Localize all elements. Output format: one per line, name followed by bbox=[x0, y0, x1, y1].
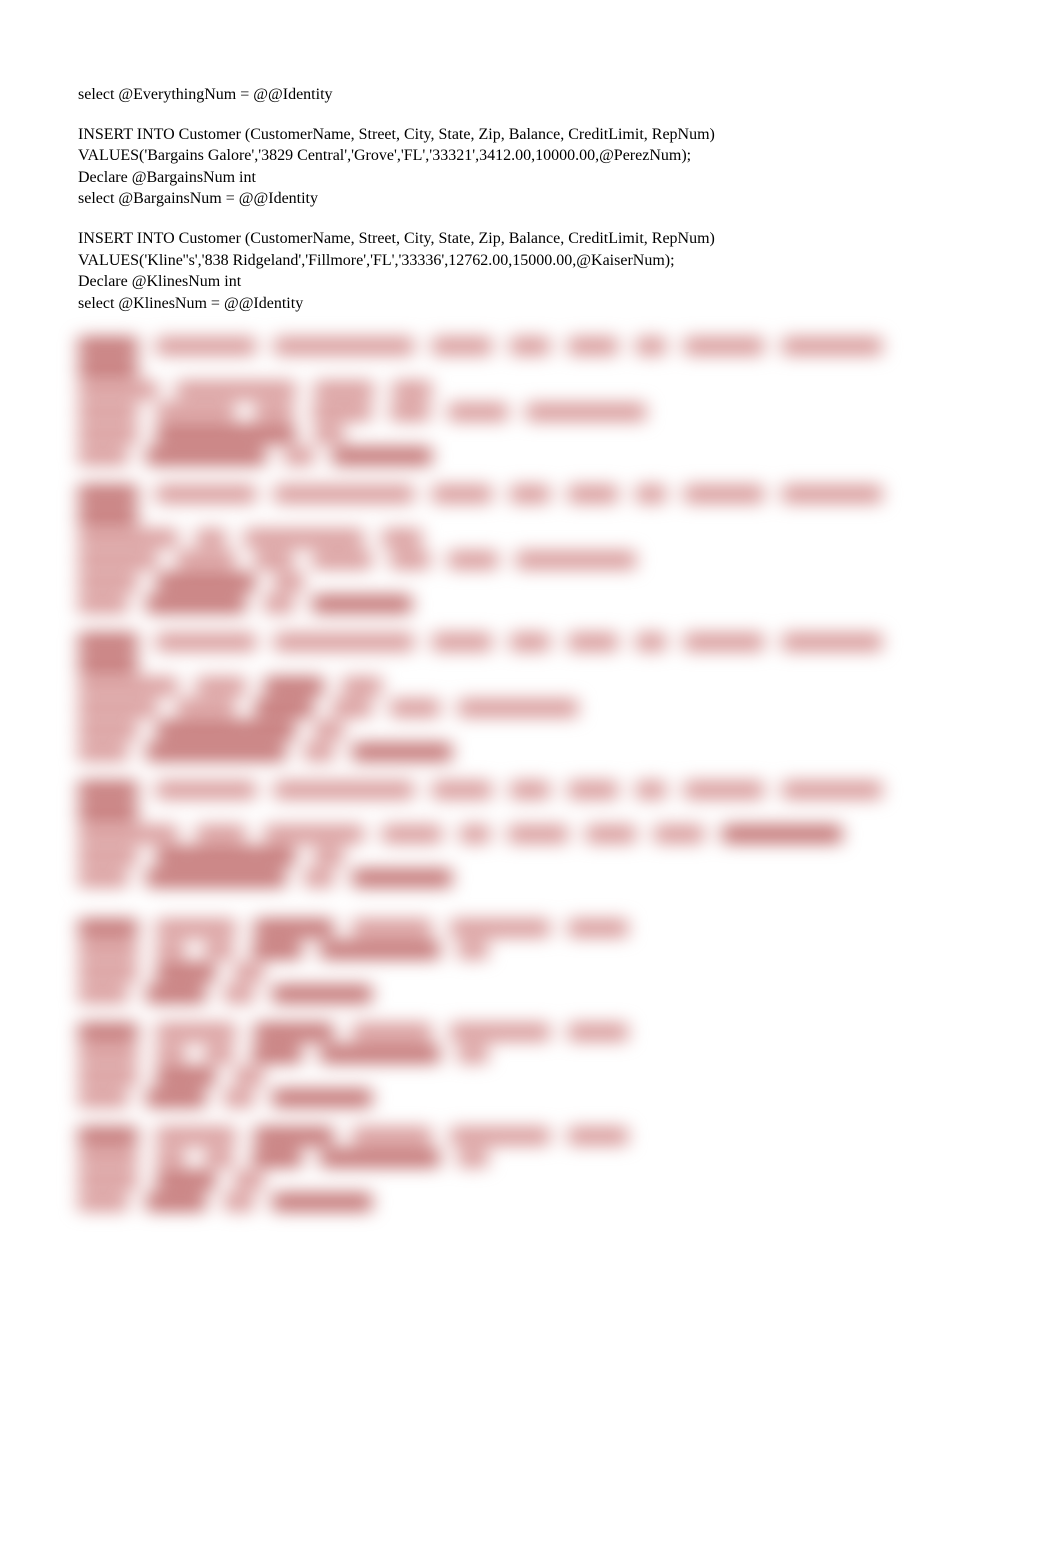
code-line: Declare @BargainsNum int bbox=[78, 167, 818, 189]
code-line: select @BargainsNum = @@Identity bbox=[78, 188, 818, 210]
sql-code-block: select @EverythingNum = @@Identity INSER… bbox=[78, 84, 984, 314]
code-line: select @KlinesNum = @@Identity bbox=[78, 293, 818, 315]
code-line: VALUES('Kline''s','838 Ridgeland','Fillm… bbox=[78, 250, 818, 272]
code-line: VALUES('Bargains Galore','3829 Central',… bbox=[78, 145, 818, 167]
blank-line bbox=[78, 210, 984, 228]
code-line: Declare @KlinesNum int bbox=[78, 271, 818, 293]
blank-line bbox=[78, 106, 984, 124]
code-line: select @EverythingNum = @@Identity bbox=[78, 84, 818, 106]
code-line: INSERT INTO Customer (CustomerName, Stre… bbox=[78, 124, 818, 146]
blurred-content bbox=[78, 322, 984, 1210]
code-line: INSERT INTO Customer (CustomerName, Stre… bbox=[78, 228, 818, 250]
